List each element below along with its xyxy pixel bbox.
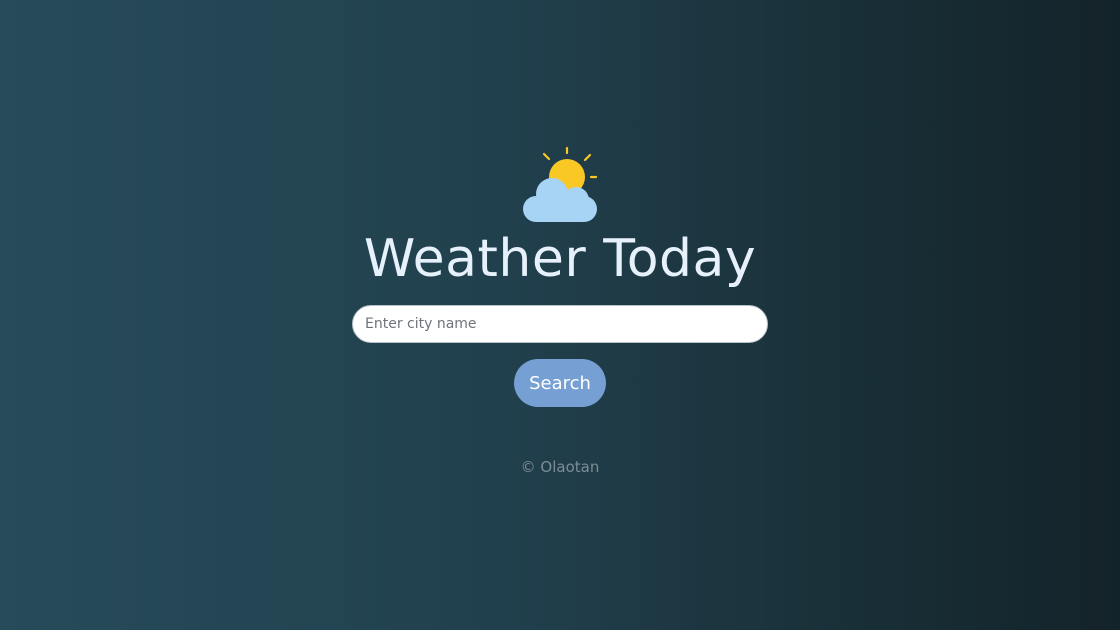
sun-behind-cloud-icon bbox=[523, 146, 598, 222]
weather-app: Weather Today Search © Olaotan bbox=[0, 0, 1120, 630]
page-title: Weather Today bbox=[363, 229, 757, 289]
footer-copyright: © Olaotan bbox=[520, 458, 600, 476]
search-button[interactable]: Search bbox=[514, 359, 606, 407]
city-search-input[interactable] bbox=[352, 305, 768, 343]
